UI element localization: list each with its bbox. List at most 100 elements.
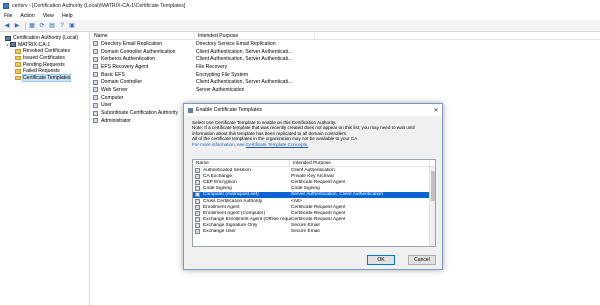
vertical-scrollbar[interactable] (429, 167, 435, 246)
dialog-app-icon (188, 107, 193, 113)
properties-icon[interactable]: ▣ (68, 22, 76, 30)
tree-item-issued[interactable]: Issued Certificates (0, 55, 89, 62)
certificate-template-icon (195, 179, 200, 185)
tree-item-certificate-templates[interactable]: Certificate Templates (0, 73, 89, 82)
tree-item-label: Revoked Certificates (23, 48, 70, 55)
template-purpose: Certificate Request Agent (291, 210, 346, 216)
back-icon[interactable]: ◀ (3, 22, 11, 30)
certificate-template-icon (93, 102, 98, 108)
menu-help[interactable]: Help (62, 13, 73, 19)
show-hide-tree-icon[interactable]: ▦ (28, 22, 36, 30)
template-purpose: File Recovery (196, 63, 228, 70)
column-header-name[interactable]: Name (193, 160, 290, 166)
template-name: CEP Encryption (203, 179, 237, 185)
template-name: Administrator (101, 117, 132, 124)
dialog-instructions: Select one Certificate Template to enabl… (184, 116, 442, 147)
template-name: CA Exchange (203, 173, 233, 179)
certsrv-app-icon (3, 2, 9, 9)
menu-action[interactable]: Action (20, 13, 34, 19)
help-icon[interactable]: ? (58, 22, 66, 30)
certificate-template-icon (195, 173, 200, 179)
export-list-icon[interactable]: ▤ (48, 22, 56, 30)
list-item[interactable]: Kerberos Authentication Client Authentica… (91, 55, 600, 63)
menu-view[interactable]: View (43, 13, 54, 19)
tree-ca-label: MATRIX-CA-1 (18, 41, 51, 48)
ok-button[interactable]: OK (367, 255, 395, 265)
certificate-template-icon (93, 79, 98, 85)
template-name: Cross Certification Authority (203, 198, 263, 204)
template-name: Subordinate Certification Authority (101, 110, 179, 117)
template-purpose: Server Authentication (196, 86, 245, 93)
certificate-template-icon (93, 110, 98, 116)
cancel-button[interactable]: Cancel (408, 255, 436, 265)
template-name: Kerberos Authentication (101, 56, 156, 63)
column-header-purpose[interactable]: Intended Purpose (290, 160, 430, 166)
console-tree: Certification Authority (Local) ∨ MATRIX… (0, 33, 90, 305)
template-purpose: Code Signing (291, 186, 320, 192)
title-bar: certsrv - [Certification Authority (Loca… (0, 0, 600, 11)
template-name: Domain Controller Authentication (101, 48, 176, 55)
template-purpose: Client Authentication, Server Authentica… (196, 79, 293, 86)
list-item[interactable]: Domain Controller Client Authentication, … (91, 78, 600, 86)
certificate-template-icon (93, 64, 98, 70)
template-name: Exchange User (203, 229, 236, 235)
close-icon[interactable]: ✕ (430, 107, 442, 114)
tree-item-pending[interactable]: Pending Requests (0, 61, 89, 68)
certificate-template-icon (195, 210, 200, 216)
list-item[interactable]: EFS Recovery Agent File Recovery (91, 63, 600, 71)
forward-icon[interactable]: ▶ (13, 22, 21, 30)
certificate-template-icon (93, 41, 98, 47)
certificate-template-icon (195, 217, 200, 223)
menu-bar: File Action View Help (0, 11, 600, 20)
tree-item-failed[interactable]: Failed Requests (0, 68, 89, 75)
folder-icon (15, 62, 21, 67)
column-header-purpose[interactable]: Intended Purpose (195, 33, 315, 39)
list-item[interactable]: Computer (91, 94, 600, 102)
column-header-name[interactable]: Name (91, 33, 195, 39)
list-item[interactable]: Directory Email Replication Directory Ser… (91, 40, 600, 48)
certificate-template-icon (195, 204, 200, 210)
certificate-template-icon (93, 118, 98, 124)
certificate-template-icon (195, 223, 200, 229)
certificate-authority-icon (5, 35, 11, 41)
template-name: Computer (matrixpost.net) (203, 192, 259, 198)
template-purpose: Client Authentication, Server Authentica… (196, 48, 293, 55)
tree-item-label: Pending Requests (23, 61, 65, 68)
template-purpose: Directory Service Email Replication (196, 40, 276, 47)
list-item[interactable]: Domain Controller Authentication Client A… (91, 48, 600, 56)
certificate-template-icon (195, 229, 200, 235)
certificate-template-icon (195, 186, 200, 192)
template-name: Enrollment Agent (Computer) (203, 210, 266, 216)
menu-file[interactable]: File (4, 13, 12, 19)
template-purpose: Secure Email (291, 229, 320, 235)
tree-root[interactable]: Certification Authority (Local) (0, 35, 89, 42)
list-item[interactable]: Exchange User Secure Email (193, 229, 435, 235)
folder-icon (15, 75, 21, 81)
template-purpose: Encrypting File System (196, 71, 249, 78)
tree-item-label: Certificate Templates (21, 73, 72, 82)
refresh-icon[interactable]: ⟳ (38, 22, 46, 30)
list-item[interactable]: Basic EFS Encrypting File System (91, 71, 600, 79)
template-name: Web Server (101, 86, 128, 93)
template-purpose: Secure Email (291, 223, 320, 229)
certificate-template-icon (93, 95, 98, 101)
template-purpose: Server Authentication, Client Authentica… (291, 192, 383, 198)
ca-server-icon (10, 42, 16, 48)
scrollbar-thumb[interactable] (431, 171, 435, 201)
template-purpose: Client Authentication, Server Authentica… (196, 56, 293, 63)
certificate-template-icon (93, 87, 98, 93)
tree-item-revoked[interactable]: Revoked Certificates (0, 48, 89, 55)
template-name: Domain Controller (101, 79, 143, 86)
tree-root-label: Certification Authority (Local) (13, 35, 79, 42)
folder-icon (15, 69, 21, 74)
concepts-link[interactable]: Certificate Template Concepts. (246, 142, 308, 147)
template-name: Computer (101, 94, 124, 101)
template-purpose: Client Authentication (291, 167, 335, 173)
certificate-template-icon (195, 192, 200, 198)
tree-ca-node[interactable]: ∨ MATRIX-CA-1 (0, 42, 89, 49)
more-info-prefix: For more information, see (192, 141, 246, 147)
toolbar: ◀ ▶ ▦ ⟳ ▤ ? ▣ (0, 20, 600, 32)
template-name: Exchange Enrollment Agent (Offline reque… (203, 217, 291, 223)
list-item[interactable]: Web Server Server Authentication (91, 86, 600, 94)
template-purpose: Certificate Request Agent (291, 179, 346, 185)
